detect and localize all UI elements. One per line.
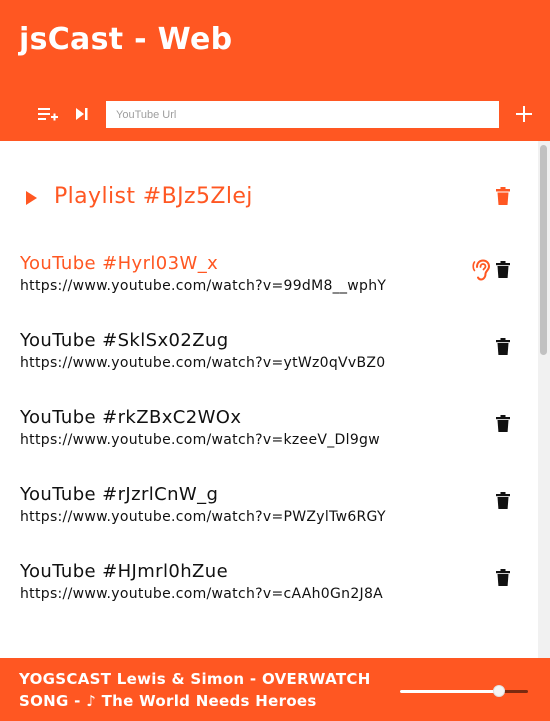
listening-ear-icon — [472, 259, 492, 285]
playlist-label[interactable]: Playlist #BJz5Zlej — [54, 184, 253, 209]
track-url: https://www.youtube.com/watch?v=PWZylTw6… — [20, 509, 386, 525]
volume-slider[interactable] — [400, 685, 528, 697]
track-title[interactable]: YouTube #Hyrl03W_x — [20, 253, 218, 274]
track-url: https://www.youtube.com/watch?v=cAAh0Gn2… — [20, 586, 384, 602]
play-arrow-icon[interactable] — [26, 190, 37, 209]
add-icon[interactable] — [512, 104, 536, 124]
track-delete-icon[interactable] — [496, 415, 510, 436]
playlist-add-icon[interactable] — [36, 104, 60, 124]
track-delete-icon[interactable] — [496, 569, 510, 590]
volume-slider-thumb[interactable] — [492, 685, 505, 697]
track-title[interactable]: YouTube #HJmrl0hZue — [20, 561, 228, 582]
track-delete-icon[interactable] — [496, 492, 510, 513]
playlist-panel: Playlist #BJz5Zlej YouTube #Hyrl03W_x ht… — [0, 141, 538, 658]
scrollbar-thumb[interactable] — [540, 145, 547, 355]
skip-next-icon[interactable] — [70, 104, 94, 124]
track-url: https://www.youtube.com/watch?v=99dM8__w… — [20, 278, 387, 294]
track-item[interactable]: YouTube #rJzrlCnW_g https://www.youtube.… — [0, 484, 538, 536]
track-delete-icon[interactable] — [496, 261, 510, 282]
track-title[interactable]: YouTube #SklSx02Zug — [20, 330, 229, 351]
player-footer: YOGSCAST Lewis & Simon - OVERWATCH SONG … — [0, 658, 550, 721]
track-item[interactable]: YouTube #rkZBxC2WOx https://www.youtube.… — [0, 407, 538, 459]
track-item[interactable]: YouTube #SklSx02Zug https://www.youtube.… — [0, 330, 538, 382]
app-header: jsCast - Web — [0, 0, 550, 141]
track-url: https://www.youtube.com/watch?v=kzeeV_Dl… — [20, 432, 380, 448]
now-playing-title: YOGSCAST Lewis & Simon - OVERWATCH SONG … — [19, 670, 371, 710]
playlist-delete-icon[interactable] — [495, 187, 511, 209]
app-title: jsCast - Web — [19, 22, 233, 57]
scrollbar[interactable] — [538, 141, 550, 658]
track-title[interactable]: YouTube #rJzrlCnW_g — [20, 484, 218, 505]
playlist-header[interactable]: Playlist #BJz5Zlej — [0, 179, 538, 221]
track-title[interactable]: YouTube #rkZBxC2WOx — [20, 407, 241, 428]
volume-slider-fill — [400, 690, 499, 693]
track-item[interactable]: YouTube #Hyrl03W_x https://www.youtube.c… — [0, 253, 538, 305]
youtube-url-input[interactable] — [106, 101, 499, 128]
track-url: https://www.youtube.com/watch?v=ytWz0qVv… — [20, 355, 386, 371]
track-delete-icon[interactable] — [496, 338, 510, 359]
track-item[interactable]: YouTube #HJmrl0hZue https://www.youtube.… — [0, 561, 538, 613]
